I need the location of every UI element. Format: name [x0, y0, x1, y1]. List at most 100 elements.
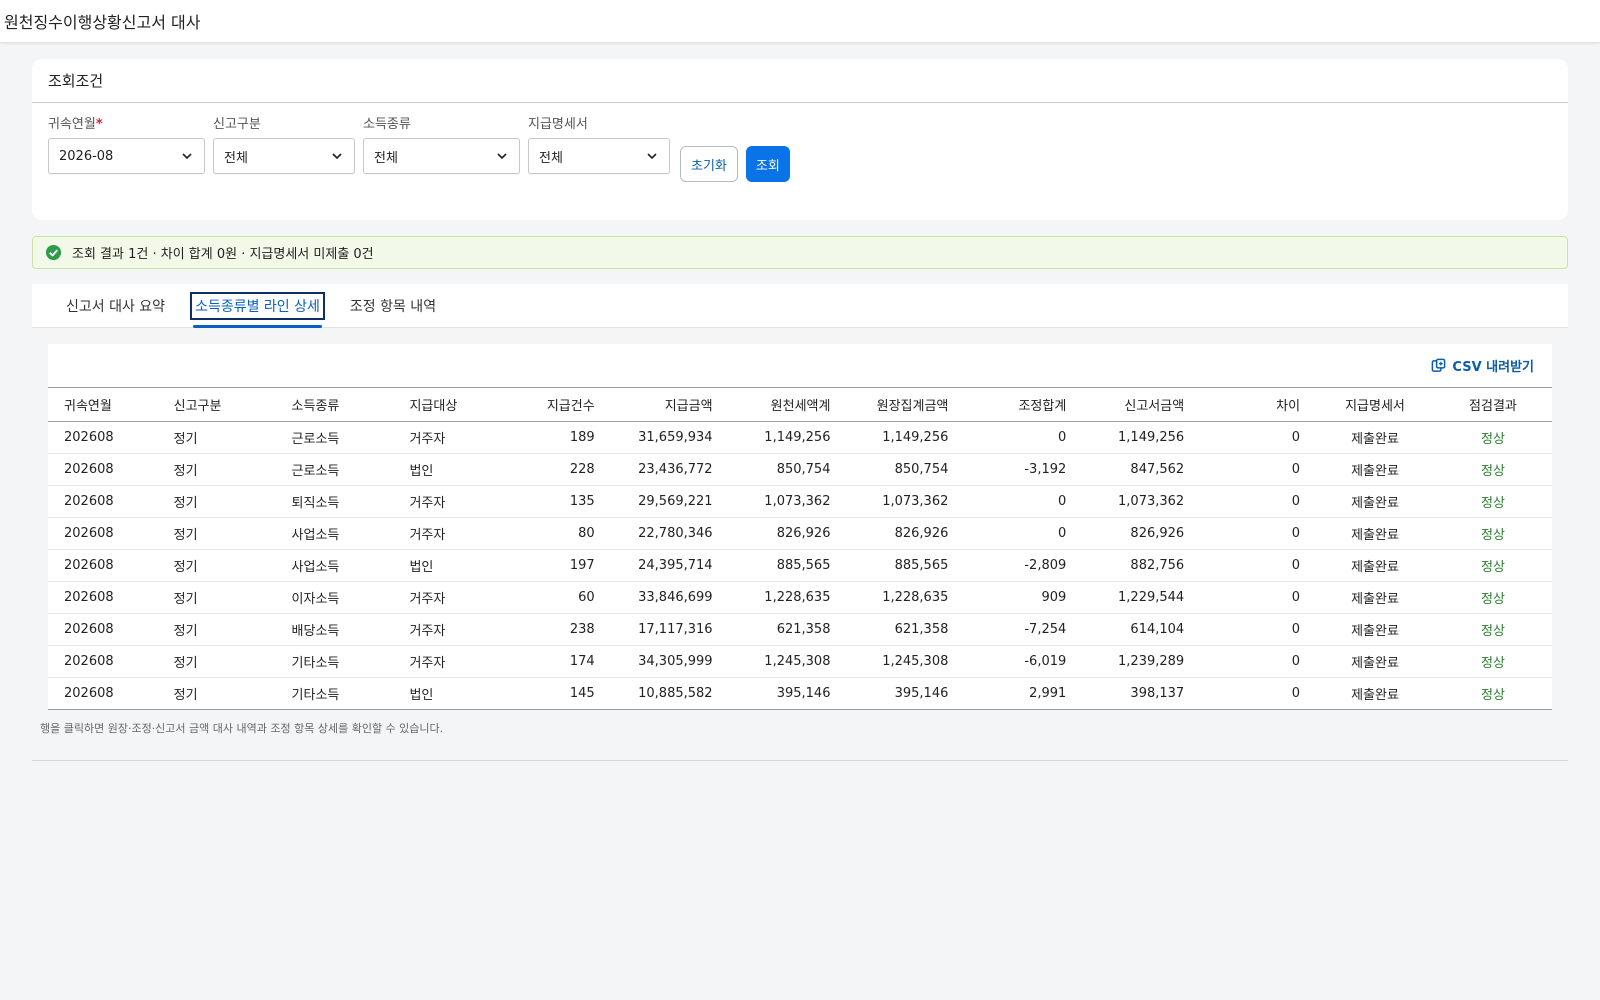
table-row[interactable]: 202608 정기 이자소득 거주자 60 33,846,699 1,228,635 1,22… — [48, 581, 1552, 614]
income-type-select[interactable]: 전체 — [363, 138, 520, 174]
cell-payment-amount: 24,395,714 — [610, 549, 729, 582]
cell-ledger-amount: 1,245,308 — [846, 645, 965, 678]
cell-withholding-tax: 395,146 — [728, 677, 847, 710]
cell-check-result: 정상 — [1433, 485, 1552, 518]
column-header-statement-status[interactable]: 지급명세서 — [1316, 387, 1434, 422]
cell-report-amount: 1,239,289 — [1082, 645, 1201, 678]
table-row[interactable]: 202608 정기 사업소득 거주자 80 22,780,346 826,926 826,92… — [48, 517, 1552, 550]
column-header-report-type[interactable]: 신고구분 — [157, 387, 276, 422]
period-select[interactable]: 2026-08 — [48, 138, 205, 174]
cell-period: 202608 — [48, 645, 158, 678]
cell-payee-type: 법인 — [393, 549, 512, 582]
cell-withholding-tax: 885,565 — [728, 549, 847, 582]
result-summary: 조회 결과 1건 · 차이 합계 0원 · 지급명세서 미제출 0건 — [72, 247, 374, 262]
table-row[interactable]: 202608 정기 기타소득 법인 145 10,885,582 395,146 395,14… — [48, 677, 1552, 710]
cell-statement-status: 제출완료 — [1316, 581, 1434, 614]
cell-ledger-amount: 395,146 — [846, 677, 965, 710]
tab-summary[interactable]: 신고서 대사 요약 — [52, 284, 179, 327]
table-header-row: 귀속연월 신고구분 소득종류 지급대상 지급건수 지급금액 원천세액계 원장집계금액 조정합계 신… — [48, 387, 1552, 422]
column-header-check-result[interactable]: 점검결과 — [1433, 387, 1552, 422]
top-bar: 원천징수이행상황신고서 대사 — [0, 0, 1600, 43]
cell-income-type: 기타소득 — [275, 645, 394, 678]
report-type-select[interactable]: 전체 — [213, 138, 355, 174]
column-header-adjustment-total[interactable]: 조정합계 — [964, 387, 1083, 422]
cell-ledger-amount: 1,228,635 — [846, 581, 965, 614]
cell-payee-type: 거주자 — [393, 613, 512, 646]
table-row[interactable]: 202608 정기 기타소득 거주자 174 34,305,999 1,245,308 1,2… — [48, 645, 1552, 678]
cell-period: 202608 — [48, 421, 158, 454]
cell-payment-amount: 17,117,316 — [610, 613, 729, 646]
cell-difference: 0 — [1200, 421, 1317, 454]
cell-payment-count: 174 — [511, 645, 611, 678]
cell-report-type: 정기 — [157, 517, 276, 550]
reset-button[interactable]: 초기화 — [680, 146, 738, 182]
cell-report-type: 정기 — [157, 453, 276, 486]
statement-label: 지급명세서 — [528, 117, 588, 132]
cell-report-amount: 398,137 — [1082, 677, 1201, 710]
cell-check-result: 정상 — [1433, 549, 1552, 582]
cell-difference: 0 — [1200, 485, 1317, 518]
line-detail-table: 귀속연월 신고구분 소득종류 지급대상 지급건수 지급금액 원천세액계 원장집계금액 조정합계 신… — [48, 387, 1552, 710]
cell-payment-amount: 23,436,772 — [610, 453, 729, 486]
statement-select[interactable]: 전체 — [528, 138, 670, 174]
cell-withholding-tax: 826,926 — [728, 517, 847, 550]
table-row[interactable]: 202608 정기 퇴직소득 거주자 135 29,569,221 1,073,362 1,0… — [48, 485, 1552, 518]
cell-check-result: 정상 — [1433, 613, 1552, 646]
column-header-income-type[interactable]: 소득종류 — [275, 387, 394, 422]
cell-ledger-amount: 885,565 — [846, 549, 965, 582]
tab-label: 소득종류별 라인 상세 — [190, 291, 325, 320]
chevron-down-icon — [497, 153, 507, 160]
cell-payment-count: 80 — [511, 517, 611, 550]
csv-download-button[interactable]: CSV 내려받기 — [1431, 356, 1534, 375]
cell-payment-count: 135 — [511, 485, 611, 518]
cell-adjustment-total: -7,254 — [964, 613, 1083, 646]
chevron-down-icon — [182, 153, 192, 160]
cell-report-amount: 826,926 — [1082, 517, 1201, 550]
cell-check-result: 정상 — [1433, 517, 1552, 550]
cell-ledger-amount: 850,754 — [846, 453, 965, 486]
search-conditions-panel: 조회조건 귀속연월* 2026-08 신고구분 전체 소득종류 전체 지급명세서… — [32, 59, 1568, 220]
cell-ledger-amount: 1,149,256 — [846, 421, 965, 454]
cell-payment-amount: 10,885,582 — [610, 677, 729, 710]
cell-difference: 0 — [1200, 453, 1317, 486]
cell-check-result: 정상 — [1433, 421, 1552, 454]
statement-value: 전체 — [539, 150, 563, 166]
cell-period: 202608 — [48, 549, 158, 582]
chevron-down-icon — [647, 153, 657, 160]
column-header-payment-count[interactable]: 지급건수 — [511, 387, 611, 422]
search-button[interactable]: 조회 — [745, 146, 790, 182]
column-header-period[interactable]: 귀속연월 — [48, 387, 158, 422]
cell-report-type: 정기 — [157, 613, 276, 646]
cell-report-amount: 847,562 — [1082, 453, 1201, 486]
table-hint: 행을 클릭하면 원장·조정·신고서 금액 대사 내역과 조정 항목 상세를 확인… — [32, 710, 1568, 754]
page-title: 원천징수이행상황신고서 대사 — [4, 13, 201, 32]
cell-payment-amount: 29,569,221 — [610, 485, 729, 518]
column-header-payee-type[interactable]: 지급대상 — [393, 387, 512, 422]
table-row[interactable]: 202608 정기 근로소득 법인 228 23,436,772 850,754 850,75… — [48, 453, 1552, 486]
cell-statement-status: 제출완료 — [1316, 613, 1434, 646]
table-row[interactable]: 202608 정기 근로소득 거주자 189 31,659,934 1,149,256 1,1… — [48, 421, 1552, 454]
cell-adjustment-total: -6,019 — [964, 645, 1083, 678]
column-header-withholding-tax[interactable]: 원천세액계 — [728, 387, 847, 422]
cell-withholding-tax: 1,228,635 — [728, 581, 847, 614]
csv-label: CSV 내려받기 — [1452, 360, 1534, 375]
column-header-difference[interactable]: 차이 — [1200, 387, 1317, 422]
tab-adjustments[interactable]: 조정 항목 내역 — [336, 284, 450, 327]
cell-payee-type: 거주자 — [393, 421, 512, 454]
cell-income-type: 이자소득 — [275, 581, 394, 614]
cell-statement-status: 제출완료 — [1316, 421, 1434, 454]
tab-label: 조정 항목 내역 — [349, 298, 437, 315]
tab-line-detail[interactable]: 소득종류별 라인 상세 — [179, 284, 336, 328]
cell-payment-count: 197 — [511, 549, 611, 582]
column-header-ledger-amount[interactable]: 원장집계금액 — [846, 387, 965, 422]
table-row[interactable]: 202608 정기 배당소득 거주자 238 17,117,316 621,358 621,3… — [48, 613, 1552, 646]
period-label: 귀속연월* — [48, 117, 103, 132]
cell-adjustment-total: 2,991 — [964, 677, 1083, 710]
table-row[interactable]: 202608 정기 사업소득 법인 197 24,395,714 885,565 885,56… — [48, 549, 1552, 582]
grid-panel: CSV 내려받기 귀속연월 신고구분 소득종류 지급대상 지급건수 지급금액 원천세액계 원장… — [48, 344, 1552, 710]
column-header-report-amount[interactable]: 신고서금액 — [1082, 387, 1201, 422]
cell-check-result: 정상 — [1433, 677, 1552, 710]
cell-ledger-amount: 621,358 — [846, 613, 965, 646]
column-header-payment-amount[interactable]: 지급금액 — [610, 387, 729, 422]
cell-withholding-tax: 1,149,256 — [728, 421, 847, 454]
